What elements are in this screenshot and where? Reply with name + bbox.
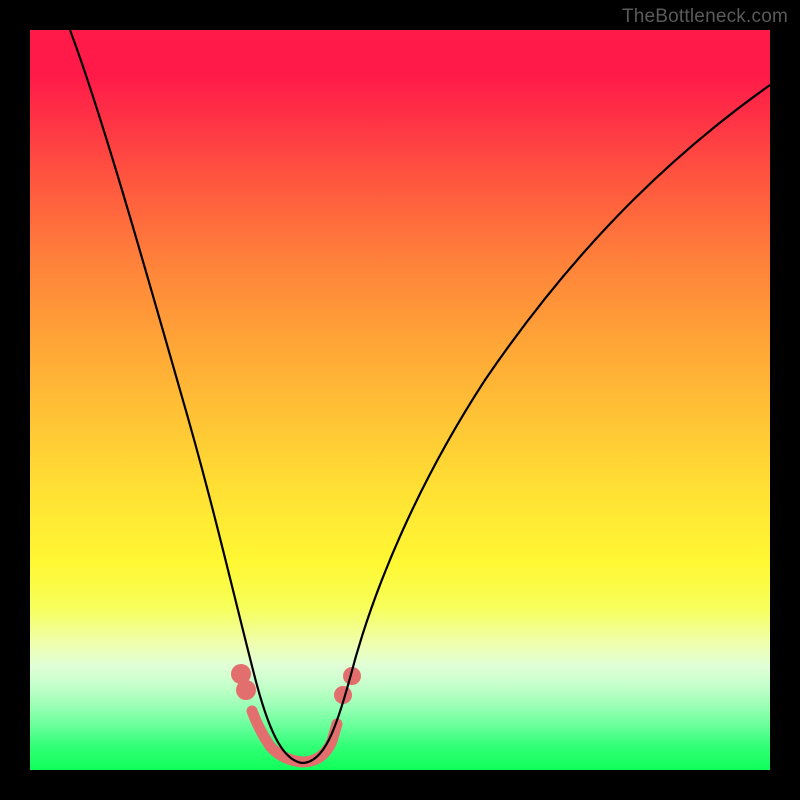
plot-area <box>30 30 770 770</box>
curve-layer <box>30 30 770 770</box>
bottleneck-curve <box>70 30 770 763</box>
chart-frame: TheBottleneck.com <box>0 0 800 800</box>
marker-dot <box>236 680 256 700</box>
watermark-text: TheBottleneck.com <box>622 6 788 28</box>
highlight-markers <box>231 664 361 762</box>
highlight-path <box>252 711 337 762</box>
